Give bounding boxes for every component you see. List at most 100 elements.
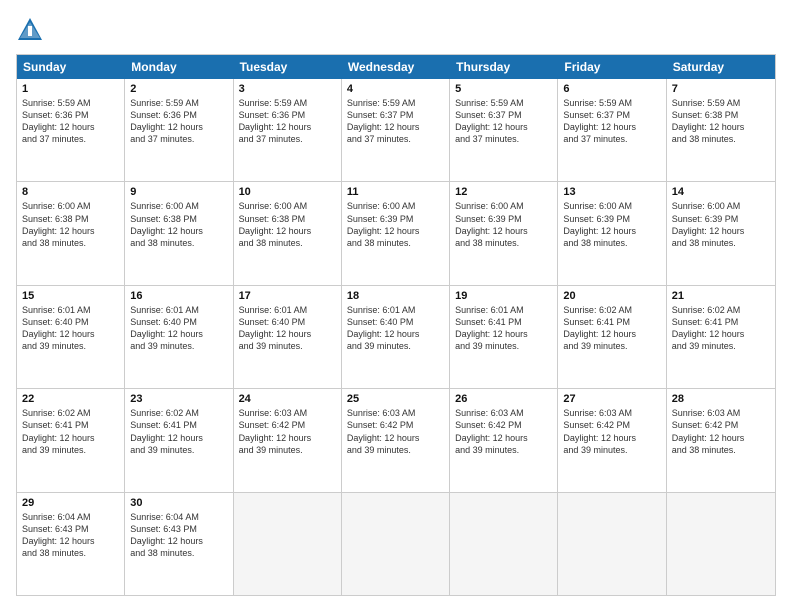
day-info: Sunrise: 5:59 AMSunset: 6:36 PMDaylight:… (22, 97, 119, 146)
day-number: 20 (563, 290, 660, 302)
day-cell-19: 19 Sunrise: 6:01 AMSunset: 6:41 PMDayligh… (450, 286, 558, 388)
header-day-sunday: Sunday (17, 55, 125, 79)
day-info: Sunrise: 6:00 AMSunset: 6:38 PMDaylight:… (130, 200, 227, 249)
day-number: 16 (130, 290, 227, 302)
day-info: Sunrise: 6:00 AMSunset: 6:39 PMDaylight:… (455, 200, 552, 249)
day-number: 18 (347, 290, 444, 302)
day-info: Sunrise: 6:03 AMSunset: 6:42 PMDaylight:… (347, 407, 444, 456)
day-cell-5: 5 Sunrise: 5:59 AMSunset: 6:37 PMDaylight… (450, 79, 558, 181)
header-day-wednesday: Wednesday (342, 55, 450, 79)
day-cell-13: 13 Sunrise: 6:00 AMSunset: 6:39 PMDayligh… (558, 182, 666, 284)
day-info: Sunrise: 6:02 AMSunset: 6:41 PMDaylight:… (22, 407, 119, 456)
day-number: 15 (22, 290, 119, 302)
day-number: 3 (239, 83, 336, 95)
empty-cell (558, 493, 666, 595)
day-info: Sunrise: 5:59 AMSunset: 6:37 PMDaylight:… (455, 97, 552, 146)
day-number: 27 (563, 393, 660, 405)
day-info: Sunrise: 6:04 AMSunset: 6:43 PMDaylight:… (130, 511, 227, 560)
header (16, 16, 776, 44)
day-info: Sunrise: 6:04 AMSunset: 6:43 PMDaylight:… (22, 511, 119, 560)
day-cell-25: 25 Sunrise: 6:03 AMSunset: 6:42 PMDayligh… (342, 389, 450, 491)
day-cell-15: 15Sunrise: 6:01 AMSunset: 6:40 PMDayligh… (17, 286, 125, 388)
empty-cell (342, 493, 450, 595)
day-cell-6: 6Sunrise: 5:59 AMSunset: 6:37 PMDaylight… (558, 79, 666, 181)
day-info: Sunrise: 6:00 AMSunset: 6:39 PMDaylight:… (563, 200, 660, 249)
day-number: 22 (22, 393, 119, 405)
day-cell-28: 28 Sunrise: 6:03 AMSunset: 6:42 PMDayligh… (667, 389, 775, 491)
day-cell-2: 2Sunrise: 5:59 AMSunset: 6:36 PMDaylight… (125, 79, 233, 181)
day-cell-8: 8 Sunrise: 6:00 AMSunset: 6:38 PMDaylight… (17, 182, 125, 284)
day-number: 19 (455, 290, 552, 302)
day-info: Sunrise: 5:59 AMSunset: 6:37 PMDaylight:… (347, 97, 444, 146)
empty-cell (234, 493, 342, 595)
calendar-row: 15 Sunrise: 6:01 AMSunset: 6:40 PMDayligh… (17, 286, 775, 389)
day-number: 28 (672, 393, 770, 405)
day-cell-17: 17 Sunrise: 6:01 AMSunset: 6:40 PMDayligh… (234, 286, 342, 388)
day-number: 8 (22, 186, 119, 198)
day-info: Sunrise: 6:00 AMSunset: 6:39 PMDaylight:… (672, 200, 770, 249)
header-day-friday: Friday (558, 55, 666, 79)
day-cell-10: 10Sunrise: 6:00 AMSunset: 6:38 PMDayligh… (234, 182, 342, 284)
day-info: Sunrise: 6:00 AMSunset: 6:39 PMDaylight:… (347, 200, 444, 249)
day-cell-16: 16 Sunrise: 6:01 AMSunset: 6:40 PMDayligh… (125, 286, 233, 388)
day-cell-7: 7 Sunrise: 5:59 AMSunset: 6:38 PMDaylight… (667, 79, 775, 181)
day-number: 25 (347, 393, 444, 405)
day-cell-11: 11 Sunrise: 6:00 AMSunset: 6:39 PMDayligh… (342, 182, 450, 284)
day-info: Sunrise: 5:59 AMSunset: 6:37 PMDaylight:… (563, 97, 660, 146)
day-cell-30: 30 Sunrise: 6:04 AMSunset: 6:43 PMDayligh… (125, 493, 233, 595)
day-info: Sunrise: 6:03 AMSunset: 6:42 PMDaylight:… (455, 407, 552, 456)
header-day-thursday: Thursday (450, 55, 558, 79)
day-number: 12 (455, 186, 552, 198)
day-number: 1 (22, 83, 119, 95)
day-cell-21: 21Sunrise: 6:02 AMSunset: 6:41 PMDayligh… (667, 286, 775, 388)
calendar-header: SundayMondayTuesdayWednesdayThursdayFrid… (17, 55, 775, 79)
logo-icon (16, 16, 44, 44)
day-cell-22: 22 Sunrise: 6:02 AMSunset: 6:41 PMDayligh… (17, 389, 125, 491)
day-info: Sunrise: 6:01 AMSunset: 6:40 PMDaylight:… (347, 304, 444, 353)
day-cell-24: 24Sunrise: 6:03 AMSunset: 6:42 PMDayligh… (234, 389, 342, 491)
day-info: Sunrise: 6:03 AMSunset: 6:42 PMDaylight:… (563, 407, 660, 456)
calendar-row: 1 Sunrise: 5:59 AMSunset: 6:36 PMDaylight… (17, 79, 775, 182)
calendar-row: 8 Sunrise: 6:00 AMSunset: 6:38 PMDaylight… (17, 182, 775, 285)
day-number: 23 (130, 393, 227, 405)
day-number: 7 (672, 83, 770, 95)
calendar: SundayMondayTuesdayWednesdayThursdayFrid… (16, 54, 776, 596)
day-cell-14: 14 Sunrise: 6:00 AMSunset: 6:39 PMDayligh… (667, 182, 775, 284)
day-info: Sunrise: 6:00 AMSunset: 6:38 PMDaylight:… (22, 200, 119, 249)
day-info: Sunrise: 6:01 AMSunset: 6:40 PMDaylight:… (130, 304, 227, 353)
day-number: 5 (455, 83, 552, 95)
calendar-row: 22 Sunrise: 6:02 AMSunset: 6:41 PMDayligh… (17, 389, 775, 492)
day-cell-18: 18 Sunrise: 6:01 AMSunset: 6:40 PMDayligh… (342, 286, 450, 388)
day-cell-29: 29Sunrise: 6:04 AMSunset: 6:43 PMDayligh… (17, 493, 125, 595)
day-number: 13 (563, 186, 660, 198)
day-number: 9 (130, 186, 227, 198)
day-cell-26: 26 Sunrise: 6:03 AMSunset: 6:42 PMDayligh… (450, 389, 558, 491)
calendar-body: 1 Sunrise: 5:59 AMSunset: 6:36 PMDaylight… (17, 79, 775, 595)
day-number: 26 (455, 393, 552, 405)
day-cell-20: 20 Sunrise: 6:02 AMSunset: 6:41 PMDayligh… (558, 286, 666, 388)
day-info: Sunrise: 6:01 AMSunset: 6:40 PMDaylight:… (239, 304, 336, 353)
header-day-monday: Monday (125, 55, 233, 79)
day-number: 21 (672, 290, 770, 302)
day-number: 14 (672, 186, 770, 198)
day-info: Sunrise: 6:03 AMSunset: 6:42 PMDaylight:… (672, 407, 770, 456)
calendar-row: 29Sunrise: 6:04 AMSunset: 6:43 PMDayligh… (17, 493, 775, 595)
day-info: Sunrise: 6:03 AMSunset: 6:42 PMDaylight:… (239, 407, 336, 456)
day-number: 17 (239, 290, 336, 302)
header-day-tuesday: Tuesday (234, 55, 342, 79)
day-cell-3: 3Sunrise: 5:59 AMSunset: 6:36 PMDaylight… (234, 79, 342, 181)
day-cell-1: 1 Sunrise: 5:59 AMSunset: 6:36 PMDaylight… (17, 79, 125, 181)
day-info: Sunrise: 6:02 AMSunset: 6:41 PMDaylight:… (563, 304, 660, 353)
day-info: Sunrise: 6:02 AMSunset: 6:41 PMDaylight:… (130, 407, 227, 456)
day-number: 2 (130, 83, 227, 95)
day-number: 11 (347, 186, 444, 198)
empty-cell (450, 493, 558, 595)
day-number: 4 (347, 83, 444, 95)
day-info: Sunrise: 6:01 AMSunset: 6:41 PMDaylight:… (455, 304, 552, 353)
day-number: 30 (130, 497, 227, 509)
day-info: Sunrise: 5:59 AMSunset: 6:38 PMDaylight:… (672, 97, 770, 146)
page: SundayMondayTuesdayWednesdayThursdayFrid… (0, 0, 792, 612)
logo (16, 16, 48, 44)
day-cell-4: 4 Sunrise: 5:59 AMSunset: 6:37 PMDaylight… (342, 79, 450, 181)
day-number: 10 (239, 186, 336, 198)
